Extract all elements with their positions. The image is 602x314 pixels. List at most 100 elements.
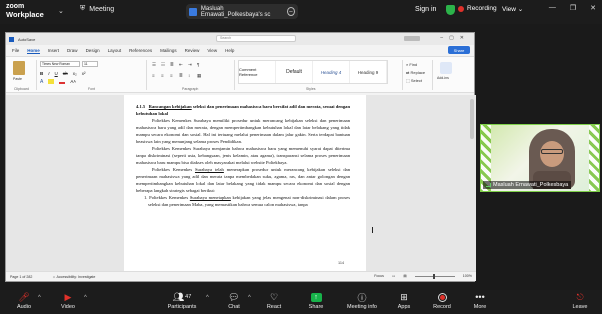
style-heading-4[interactable]: Heading 4 [313,61,350,83]
addins-icon[interactable] [440,62,452,74]
font-name-select[interactable]: Times New Roman [40,61,80,67]
meeting-info-button[interactable]: ⓘ Meeting info [342,291,382,311]
font-color-icon[interactable] [59,79,66,84]
bold-icon[interactable]: B [40,71,43,76]
video-options-chevron-icon[interactable]: ^ [84,295,87,301]
share-screen-button[interactable]: ↑ Share [296,291,336,310]
superscript-icon[interactable]: x² [82,71,86,76]
meeting-info-label[interactable]: ⛨ Meeting [80,5,114,13]
highlight-color-icon[interactable] [48,79,55,84]
underline-icon[interactable]: U [55,71,58,76]
participants-button[interactable]: 👥︎ 47 Participants [162,291,202,311]
show-marks-icon[interactable]: ¶ [197,62,206,68]
account-button[interactable] [404,36,420,41]
meeting-label-text: Meeting [89,5,115,13]
zoom-slider[interactable] [414,274,455,279]
menu-tab-mailings[interactable]: Mailings [160,48,177,53]
paste-icon[interactable] [13,61,25,75]
zoom-level[interactable]: 100% [463,274,472,278]
menu-tab-review[interactable]: Review [185,48,200,53]
text-effects-icon[interactable]: A [40,79,43,85]
style-default[interactable]: Default [276,61,313,83]
accessibility-status[interactable]: ☼ Accessibility: Investigate [52,275,95,279]
document-canvas[interactable]: 4.1.5 Rancangan kebijakan seleksi dan pe… [6,95,476,273]
select-button[interactable]: ⬚ Select [406,77,425,85]
share-button[interactable]: Share [448,46,470,54]
more-button[interactable]: ••• More [460,291,500,310]
video-button[interactable]: ▶︎ Video [48,291,88,311]
group-label-paragraph: Paragraph [182,87,199,91]
autosave-toggle[interactable]: AutoSave [18,37,35,42]
line-spacing-icon[interactable]: ↕ [188,73,197,79]
read-mode-icon[interactable]: ▭ [392,274,395,278]
bullets-icon[interactable]: ☰ [152,62,161,68]
chevron-down-icon[interactable]: ⌄ [58,7,64,15]
menu-tab-insert[interactable]: Insert [48,48,59,53]
align-left-icon[interactable]: ≡ [152,73,161,79]
font-size-select[interactable]: 11 [82,61,98,67]
focus-mode-button[interactable]: Focus [374,274,384,278]
signal-strength-icon [486,183,491,187]
style-heading-9[interactable]: Heading 9 [350,61,387,83]
vertical-scrollbar[interactable] [470,99,474,139]
zoom-workplace-logo: zoom Workplace [6,3,44,19]
menu-tab-file[interactable]: File [12,48,19,53]
menu-tab-references[interactable]: References [129,48,152,53]
paste-label: Paste [13,77,22,81]
borders-icon[interactable]: ▦ [197,73,206,79]
menu-tab-design[interactable]: Design [86,48,100,53]
align-right-icon[interactable]: ≡ [170,73,179,79]
logo-line-2: Workplace [6,10,44,19]
group-label-clipboard: Clipboard [14,87,29,91]
zoom-top-bar: zoom Workplace ⌄ ⛨ Meeting Masluah Ernaw… [0,0,602,24]
search-input[interactable]: Search [216,35,296,42]
react-button[interactable]: ♡ React [254,291,294,311]
document-page[interactable]: 4.1.5 Rancangan kebijakan seleksi dan pe… [124,95,373,273]
menu-tab-view[interactable]: View [207,48,217,53]
participant-video-tile[interactable]: Masluah Ernawati_Polkesbaya [480,124,600,192]
sharing-user-label: Masluah Ernawati_Polkesbaya's sc [200,5,271,18]
stop-share-icon[interactable]: – [286,7,295,16]
chat-options-chevron-icon[interactable]: ^ [248,295,251,301]
record-button[interactable]: Record [422,291,462,310]
menu-tab-draw[interactable]: Draw [67,48,78,53]
menu-tab-help[interactable]: Help [225,48,234,53]
section-heading: 4.1.5 Rancangan kebijakan seleksi dan pe… [136,103,350,117]
grow-font-icon[interactable]: A˄ [70,79,76,85]
find-button[interactable]: ⌕ Find [406,61,425,69]
more-label: More [473,304,487,310]
close-icon[interactable]: ✕ [590,4,596,12]
align-center-icon[interactable]: ≡ [161,73,170,79]
italic-icon[interactable]: I [48,71,49,76]
numbering-icon[interactable]: ☷ [161,62,170,68]
page-count-status[interactable]: Page 1 of 282 [10,275,32,279]
list-item-1: 1. Poltekkes Kemenkes Surabaya menetapka… [136,194,350,208]
text-cursor [372,227,373,233]
sign-in-button[interactable]: Sign in [415,6,436,13]
style-comment-reference[interactable]: Comment Reference [239,61,276,83]
recording-indicator[interactable]: Recording [458,5,497,12]
multilevel-list-icon[interactable]: ≣ [170,62,179,68]
view-button[interactable]: View ⌄ [502,5,523,13]
security-shield-icon[interactable] [446,5,455,15]
justify-icon[interactable]: ≣ [179,73,188,79]
participants-options-chevron-icon[interactable]: ^ [206,295,209,301]
menu-tab-layout[interactable]: Layout [108,48,122,53]
menu-tab-home[interactable]: Home [27,48,40,54]
leave-button[interactable]: ⎋ Leave [560,291,600,311]
screen-share-indicator[interactable]: Masluah Ernawati_Polkesbaya's sc – [186,4,298,19]
subscript-icon[interactable]: x₂ [73,71,77,76]
record-icon [437,291,447,303]
decrease-indent-icon[interactable]: ⇤ [179,62,188,68]
word-window-controls[interactable]: –▢✕ [440,35,470,41]
print-layout-icon[interactable]: ▤ [403,274,406,278]
apps-button[interactable]: ⊞ Apps [384,291,424,311]
strikethrough-icon[interactable]: ab [63,71,68,76]
ribbon-separator [234,60,235,90]
replace-button[interactable]: ⇄ Replace [406,69,425,77]
audio-options-chevron-icon[interactable]: ^ [38,295,41,301]
minimize-icon[interactable]: — [549,4,556,12]
increase-indent-icon[interactable]: ⇥ [188,62,197,68]
maximize-icon[interactable]: ❐ [570,4,576,12]
accessibility-label: Accessibility: Investigate [56,274,96,279]
